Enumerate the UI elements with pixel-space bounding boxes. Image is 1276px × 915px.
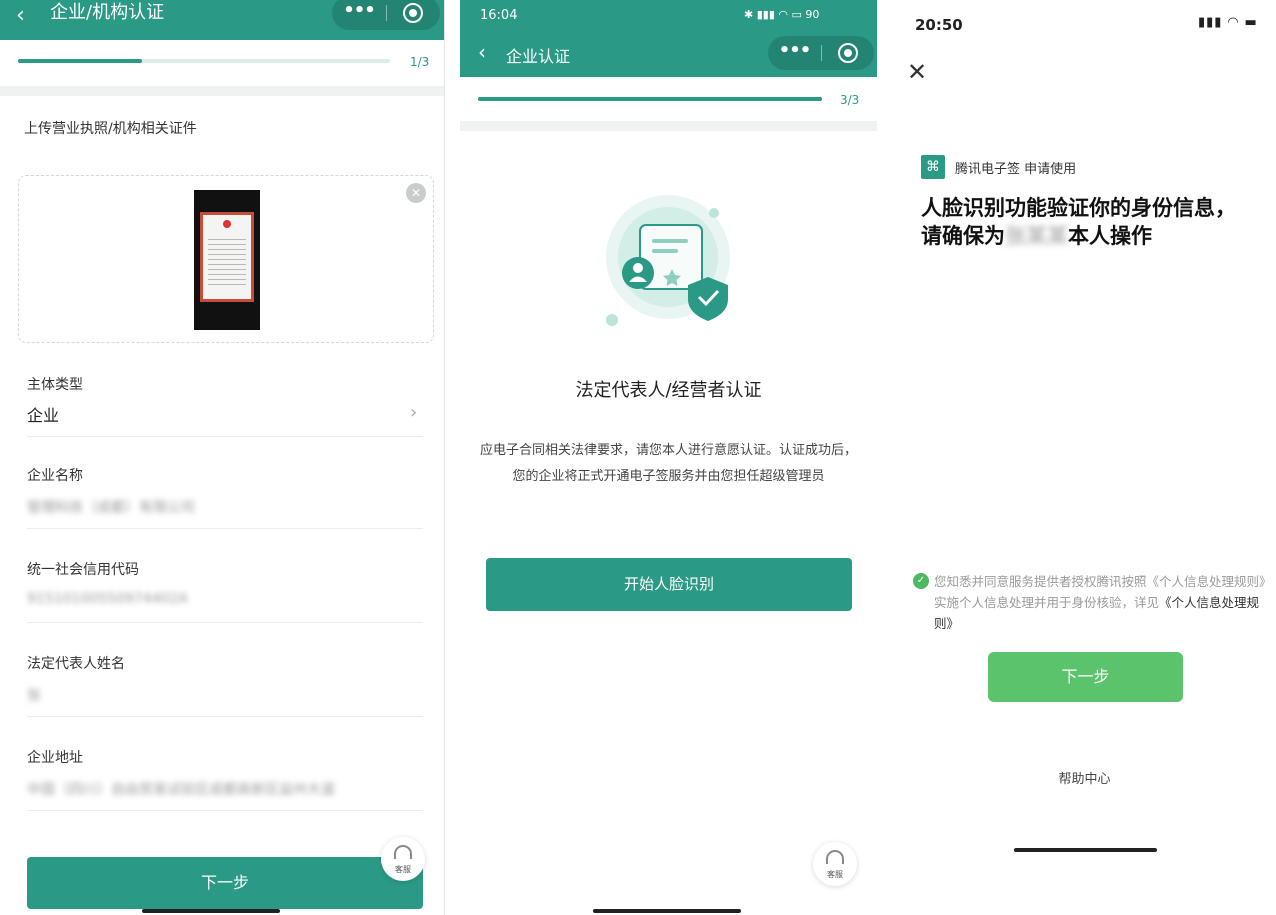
credit-code-label: 统一社会信用代码 (27, 562, 139, 578)
back-chevron-icon[interactable]: ‹ (478, 42, 486, 62)
start-face-recognition-button[interactable]: 开始人脸识别 (486, 558, 852, 611)
address-label: 企业地址 (27, 750, 83, 766)
next-button[interactable]: 下一步 (27, 857, 423, 909)
customer-service-button[interactable]: 客服 (813, 842, 857, 886)
progress-step-text: 1/3 (410, 55, 430, 69)
entity-type-label: 主体类型 (27, 377, 83, 393)
license-document-image (200, 212, 254, 302)
section-divider (460, 121, 877, 131)
masked-name: 张某某 (1005, 224, 1068, 248)
nav-bar: 16:04 ✱ ▮▮▮ ◠ ▭ 90 ‹ 企业认证 ••• (460, 0, 877, 77)
capsule-divider (386, 5, 387, 21)
progress-step-text: 3/3 (840, 93, 860, 107)
requesting-app-name: 腾讯电子签 申请使用 (955, 162, 1077, 177)
more-dots-icon[interactable]: ••• (332, 0, 386, 30)
description-text: 应电子合同相关法律要求，请您本人进行意愿认证。认证成功后，您的企业将正式开通电子… (480, 443, 858, 484)
license-text-lines (208, 235, 246, 285)
section-heading: 法定代表人/经营者认证 (575, 380, 762, 401)
status-time: 20:50 (915, 16, 963, 34)
field-divider (27, 716, 423, 717)
target-icon[interactable] (838, 43, 858, 63)
legal-rep-input[interactable]: 张 (27, 685, 41, 705)
more-dots-icon[interactable]: ••• (768, 36, 821, 70)
status-time: 16:04 (480, 8, 518, 23)
status-icons: ▮▮▮ ◠ ▬ (1198, 15, 1258, 30)
home-indicator (593, 909, 741, 913)
mini-program-capsule: ••• (332, 0, 440, 30)
upload-section-title: 上传营业执照/机构相关证件 (24, 121, 197, 137)
capsule-divider (821, 45, 822, 61)
company-name-label: 企业名称 (27, 468, 83, 484)
field-divider (27, 436, 423, 437)
headset-icon (826, 850, 844, 864)
license-thumbnail[interactable] (194, 190, 260, 330)
company-name-input[interactable]: 管理科技（成都）有限公司 (27, 497, 195, 517)
progress-fill (18, 59, 142, 63)
page-title: 企业认证 (506, 47, 571, 66)
chevron-right-icon[interactable]: › (410, 402, 417, 423)
credit-code-input[interactable]: 91510100550974402A (27, 591, 188, 607)
legal-rep-label: 法定代表人姓名 (27, 656, 125, 672)
customer-service-label: 客服 (827, 870, 843, 879)
face-auth-heading: 人脸识别功能验证你的身份信息，请确保为张某某本人操作 (921, 194, 1241, 250)
face-auth-request-screen: 20:50 ▮▮▮ ◠ ▬ ✕ ⌘ 腾讯电子签 申请使用 人脸识别功能验证你的身… (893, 0, 1276, 915)
close-icon[interactable]: ✕ (907, 58, 927, 86)
target-icon[interactable] (403, 3, 423, 23)
heading-text-end: 本人操作 (1068, 224, 1152, 248)
home-indicator (1014, 848, 1157, 852)
remove-image-icon[interactable]: ✕ (406, 183, 426, 203)
nav-bar: ‹ 企业/机构认证 ••• (0, 0, 444, 40)
help-center-link[interactable]: 帮助中心 (893, 768, 1276, 787)
enterprise-cert-screen: ‹ 企业/机构认证 ••• 1/3 上传营业执照/机构相关证件 ✕ 主体类型 企… (0, 0, 445, 915)
field-divider (27, 622, 423, 623)
address-input[interactable]: 中国（四川）自由贸易试验区成都高新区益州大道 (27, 779, 335, 799)
certificate-illustration-icon (606, 195, 730, 326)
consent-check-icon[interactable]: ✓ (913, 573, 929, 589)
back-chevron-icon[interactable]: ‹ (16, 5, 25, 27)
field-divider (27, 528, 423, 529)
status-icons: ✱ ▮▮▮ ◠ ▭ 90 (744, 8, 820, 21)
customer-service-button[interactable]: 客服 (381, 837, 425, 881)
customer-service-label: 客服 (395, 865, 411, 874)
progress-track (478, 97, 822, 101)
mini-program-capsule: ••• (768, 36, 874, 70)
next-button[interactable]: 下一步 (988, 652, 1183, 702)
section-divider (0, 86, 444, 96)
page-title: 企业/机构认证 (50, 2, 165, 23)
legal-rep-cert-screen: 16:04 ✱ ▮▮▮ ◠ ▭ 90 ‹ 企业认证 ••• 3/3 法定代表人/… (460, 0, 877, 915)
progress-track (18, 59, 390, 63)
license-upload-box[interactable]: ✕ (18, 175, 434, 343)
headset-icon (394, 845, 412, 859)
entity-type-value[interactable]: 企业 (27, 402, 59, 426)
app-logo-icon: ⌘ (921, 155, 945, 179)
progress-fill (478, 97, 822, 101)
home-indicator (142, 909, 280, 913)
field-divider (27, 810, 423, 811)
consent-text: 您知悉并同意服务提供者授权腾讯按照《个人信息处理规则》实施个人信息处理并用于身份… (934, 571, 1269, 634)
